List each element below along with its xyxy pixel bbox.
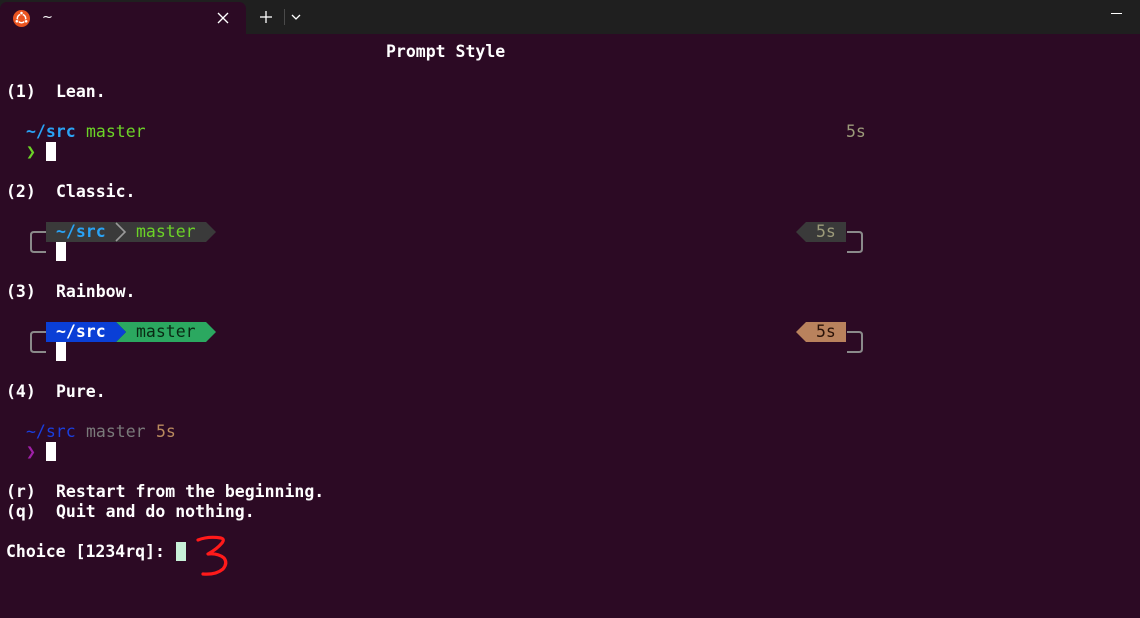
option-4-key: (4) xyxy=(6,382,36,401)
rainbow-duration: 5s xyxy=(816,322,836,341)
classic-cursor xyxy=(56,242,66,261)
pure-branch: master xyxy=(86,422,146,441)
pure-prompt-char: ❯ xyxy=(26,442,36,461)
tab-title: ~ xyxy=(42,10,53,25)
chevron-down-icon[interactable] xyxy=(291,13,301,21)
rainbow-cursor xyxy=(56,342,66,361)
minimize-icon[interactable] xyxy=(1111,13,1122,14)
lean-duration: 5s xyxy=(846,122,866,141)
plus-icon[interactable] xyxy=(259,10,273,24)
rainbow-right-frame xyxy=(847,331,863,353)
option-3-label: Rainbow. xyxy=(56,282,136,301)
option-r-key: (r) xyxy=(6,482,36,501)
choice-prompt: Choice [1234rq]: xyxy=(6,542,165,561)
rainbow-dir: ~/src xyxy=(56,322,106,341)
handwritten-annotation: 3 xyxy=(196,535,228,576)
page-title: Prompt Style xyxy=(386,42,506,61)
option-2-key: (2) xyxy=(6,182,36,201)
option-q-key: (q) xyxy=(6,502,36,521)
tab-terminal[interactable]: ~ xyxy=(0,2,246,34)
title-bar: ~ xyxy=(0,0,1140,34)
option-4-label: Pure. xyxy=(56,382,106,401)
option-2-label: Classic. xyxy=(56,182,136,201)
option-1-label: Lean. xyxy=(56,82,106,101)
close-icon[interactable] xyxy=(216,11,230,25)
lean-branch: master xyxy=(86,122,146,141)
pure-dir: ~/src xyxy=(26,422,76,441)
tab-separator xyxy=(284,9,285,25)
option-q-label: Quit and do nothing. xyxy=(56,502,255,521)
terminal-window: ~ Prompt Style (1) Lean. ~/src master 5s… xyxy=(0,0,1140,618)
pure-cursor xyxy=(46,442,56,461)
rainbow-branch: master xyxy=(136,322,196,341)
classic-dir: ~/src xyxy=(56,222,106,241)
pure-duration: 5s xyxy=(156,422,176,441)
lean-dir: ~/src xyxy=(26,122,76,141)
lean-prompt-char: ❯ xyxy=(26,142,36,161)
classic-duration: 5s xyxy=(816,222,836,241)
lean-cursor xyxy=(46,142,56,161)
ubuntu-logo-icon xyxy=(13,10,30,27)
option-3-key: (3) xyxy=(6,282,36,301)
input-cursor[interactable] xyxy=(176,542,186,561)
option-r-label: Restart from the beginning. xyxy=(56,482,325,501)
classic-branch: master xyxy=(136,222,196,241)
classic-right-frame xyxy=(847,231,863,253)
option-1-key: (1) xyxy=(6,82,36,101)
